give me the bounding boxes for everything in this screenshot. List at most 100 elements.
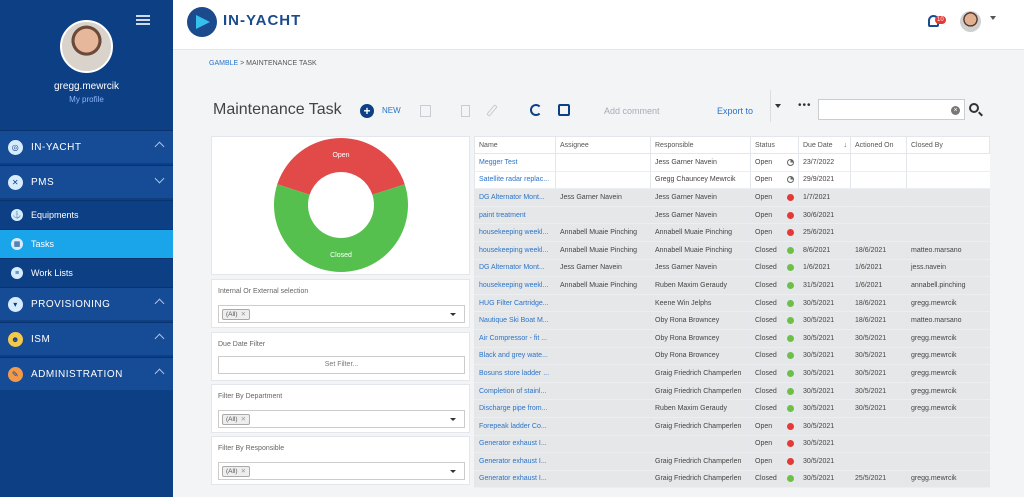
table-row[interactable]: DG Alternator Mont... Jess Garner Navein J…: [474, 259, 990, 278]
column-header-due-date[interactable]: Due Date ↓: [798, 136, 851, 154]
sidebar-item-in-yacht[interactable]: ◎ IN-YACHT: [0, 130, 173, 163]
trash-icon[interactable]: [461, 105, 470, 117]
new-button[interactable]: NEW: [382, 106, 401, 115]
table-row[interactable]: Black and grey wate... Oby Rona Browncey C…: [474, 347, 990, 366]
table-row[interactable]: Generator exhaust I... Open 30/5/2021: [474, 435, 990, 454]
task-name-link[interactable]: Discharge pipe from...: [474, 399, 556, 418]
task-name-link[interactable]: Generator exhaust I...: [474, 452, 556, 471]
my-profile-link[interactable]: My profile: [0, 95, 173, 104]
clear-icon[interactable]: ×: [951, 106, 960, 115]
table-row[interactable]: paint treatment Jess Garner Navein Open 30/…: [474, 206, 990, 225]
task-name-link[interactable]: Generator exhaust I...: [474, 470, 556, 489]
task-name-link[interactable]: housekeeping weekl...: [474, 276, 556, 295]
task-name-link[interactable]: Satellite radar replac...: [474, 171, 556, 190]
pencil-icon[interactable]: [486, 104, 498, 117]
filter-chip[interactable]: (All) ✕: [222, 309, 251, 320]
internal-external-select[interactable]: (All) ✕: [218, 305, 465, 323]
filter-label: Due Date Filter: [218, 341, 266, 348]
task-name-link[interactable]: housekeeping weekl...: [474, 241, 556, 260]
table-row[interactable]: Bosuns store ladder ... Graig Friedrich C…: [474, 364, 990, 383]
caret-down-icon[interactable]: [990, 16, 996, 20]
avatar[interactable]: [60, 20, 113, 73]
caret-down-icon[interactable]: [450, 470, 456, 473]
sidebar-item-tasks[interactable]: ▦ Tasks: [0, 229, 173, 258]
plus-icon[interactable]: +: [360, 104, 374, 118]
table-row[interactable]: Air Compressor - fit ... Oby Rona Brownce…: [474, 329, 990, 348]
save-icon[interactable]: [558, 104, 570, 116]
table-row[interactable]: housekeeping weekl... Annabell Muaie Pinc…: [474, 276, 990, 295]
table-row[interactable]: Generator exhaust I... Graig Friedrich Ch…: [474, 452, 990, 471]
sidebar-item-label: Tasks: [31, 239, 55, 249]
column-header-actioned-on[interactable]: Actioned On: [850, 136, 907, 154]
column-header-closed-by[interactable]: Closed By: [906, 136, 990, 154]
table-row[interactable]: Generator exhaust I... Graig Friedrich Ch…: [474, 470, 990, 489]
status-indicator-icon: [787, 211, 794, 219]
caret-down-icon[interactable]: [450, 313, 456, 316]
task-name-link[interactable]: paint treatment: [474, 206, 556, 225]
status-cell: Closed: [750, 241, 799, 260]
chip-remove-icon[interactable]: ✕: [241, 416, 246, 423]
table-row[interactable]: Megger Test Jess Garner Navein Open 23/7/20…: [474, 153, 990, 172]
caret-down-icon[interactable]: [450, 418, 456, 421]
filter-chip[interactable]: (All) ✕: [222, 466, 251, 477]
search-input[interactable]: [818, 99, 965, 120]
logo-icon[interactable]: [187, 7, 217, 37]
sidebar-item-work-lists[interactable]: ≡ Work Lists: [0, 258, 173, 287]
user-avatar[interactable]: [960, 11, 981, 32]
more-options-button[interactable]: •••: [798, 100, 812, 111]
closed-by-cell: gregg.mewrcik: [906, 399, 990, 418]
sidebar-item-administration[interactable]: ✎ ADMINISTRATION: [0, 357, 173, 390]
table-row[interactable]: housekeeping weekl... Annabell Muaie Pinc…: [474, 223, 990, 242]
task-name-link[interactable]: Air Compressor - fit ...: [474, 329, 556, 348]
page-title: Maintenance Task: [213, 101, 342, 118]
export-to-button[interactable]: Export to: [717, 106, 753, 116]
column-header-status[interactable]: Status: [750, 136, 799, 154]
responsible-select[interactable]: (All) ✕: [218, 462, 465, 480]
table-row[interactable]: Completion of stainl... Graig Friedrich C…: [474, 382, 990, 401]
table-row[interactable]: Forepeak ladder Co... Graig Friedrich Cha…: [474, 417, 990, 436]
basket-icon: ▾: [8, 296, 23, 312]
sidebar-item-ism[interactable]: ☻ ISM: [0, 322, 173, 355]
sidebar-item-pms[interactable]: ✕ PMS: [0, 165, 173, 198]
column-header-name[interactable]: Name: [474, 136, 556, 154]
column-header-responsible[interactable]: Responsible: [650, 136, 751, 154]
task-name-link[interactable]: Nautique Ski Boat M...: [474, 311, 556, 330]
refresh-icon[interactable]: [530, 104, 542, 116]
status-text: Open: [755, 440, 773, 448]
table-row[interactable]: housekeeping weekl... Annabell Muaie Pinc…: [474, 241, 990, 260]
chip-remove-icon[interactable]: ✕: [241, 468, 246, 475]
task-name-link[interactable]: Forepeak ladder Co...: [474, 417, 556, 436]
task-name-link[interactable]: Completion of stainl...: [474, 382, 556, 401]
copy-icon[interactable]: [420, 105, 431, 117]
table-row[interactable]: DG Alternator Mont... Jess Garner Navein J…: [474, 188, 990, 207]
task-name-link[interactable]: Black and grey wate...: [474, 347, 556, 366]
breadcrumb-parent[interactable]: GAMBLE: [209, 60, 238, 67]
department-select[interactable]: (All) ✕: [218, 410, 465, 428]
search-icon[interactable]: [969, 103, 979, 113]
table-row[interactable]: HUG Filter Cartridge... Keene Win Jelphs C…: [474, 294, 990, 313]
hamburger-menu-icon[interactable]: [136, 15, 150, 25]
status-indicator-icon: [787, 246, 794, 254]
chip-remove-icon[interactable]: ✕: [241, 311, 246, 318]
task-name-link[interactable]: Bosuns store ladder ...: [474, 364, 556, 383]
task-name-link[interactable]: HUG Filter Cartridge...: [474, 294, 556, 313]
table-row[interactable]: Nautique Ski Boat M... Oby Rona Browncey C…: [474, 311, 990, 330]
caret-down-icon[interactable]: [775, 104, 781, 108]
task-name-link[interactable]: housekeeping weekl...: [474, 223, 556, 242]
app-name[interactable]: IN-YACHT: [223, 12, 301, 29]
add-comment-button[interactable]: Add comment: [604, 106, 660, 116]
column-header-assignee[interactable]: Assignee: [555, 136, 651, 154]
sidebar-item-equipments[interactable]: ⚓ Equipments: [0, 200, 173, 229]
task-name-link[interactable]: DG Alternator Mont...: [474, 259, 556, 278]
table-row[interactable]: Satellite radar replac... Gregg Chauncey …: [474, 171, 990, 190]
table-row[interactable]: Discharge pipe from... Ruben Maxim Geraud…: [474, 399, 990, 418]
donut-slice-open[interactable]: [277, 138, 405, 195]
status-indicator-icon: [787, 176, 794, 184]
sidebar-item-label: PROVISIONING: [31, 298, 111, 310]
task-name-link[interactable]: Megger Test: [474, 153, 556, 172]
filter-chip[interactable]: (All) ✕: [222, 414, 251, 425]
sidebar-item-provisioning[interactable]: ▾ PROVISIONING: [0, 287, 173, 320]
set-filter-button[interactable]: Set Filter...: [218, 356, 465, 374]
task-name-link[interactable]: Generator exhaust I...: [474, 435, 556, 454]
task-name-link[interactable]: DG Alternator Mont...: [474, 188, 556, 207]
